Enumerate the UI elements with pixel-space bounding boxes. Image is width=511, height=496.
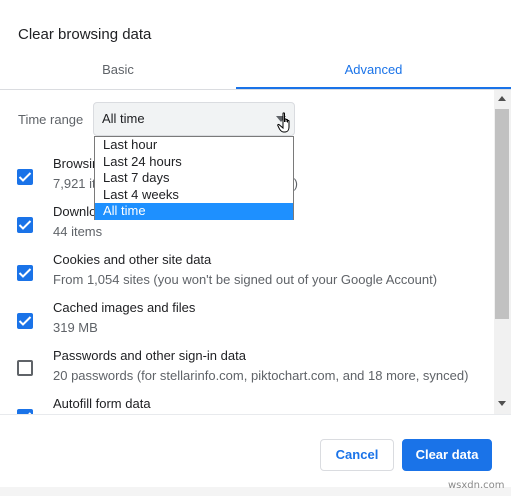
time-range-value: All time	[102, 111, 145, 126]
clear-data-button[interactable]: Clear data	[402, 439, 492, 471]
scroll-up-arrow-icon[interactable]	[498, 96, 506, 101]
time-range-select[interactable]: All time	[93, 102, 295, 136]
dialog-title: Clear browsing data	[18, 26, 152, 43]
cancel-button[interactable]: Cancel	[320, 439, 394, 471]
dropdown-option-last-4-weeks[interactable]: Last 4 weeks	[95, 187, 293, 204]
dropdown-option-last-hour[interactable]: Last hour	[95, 137, 293, 154]
checkbox-download-history[interactable]	[17, 217, 33, 233]
time-range-dropdown-list: Last hour Last 24 hours Last 7 days Last…	[94, 136, 294, 220]
watermark: wsxdn.com	[448, 480, 505, 491]
tab-basic[interactable]: Basic	[0, 56, 236, 88]
checkbox-cached-images[interactable]	[17, 313, 33, 329]
item-title: Cookies and other site data	[53, 252, 212, 267]
dropdown-option-last-7-days[interactable]: Last 7 days	[95, 170, 293, 187]
footer-divider	[0, 414, 511, 415]
checkbox-passwords[interactable]	[17, 360, 33, 376]
item-title: Autofill form data	[53, 396, 151, 411]
item-subtitle: 20 passwords (for stellarinfo.com, pikto…	[53, 368, 469, 383]
checkbox-cookies[interactable]	[17, 265, 33, 281]
item-title: Passwords and other sign-in data	[53, 348, 246, 363]
scroll-thumb[interactable]	[495, 109, 509, 319]
hand-cursor-icon	[277, 112, 290, 133]
tab-bar: Basic Advanced	[0, 56, 511, 90]
dropdown-option-all-time[interactable]: All time	[95, 203, 293, 220]
checkmark-icon	[18, 268, 32, 278]
tab-advanced[interactable]: Advanced	[236, 56, 511, 88]
list-item-passwords[interactable]: Passwords and other sign-in data 20 pass…	[0, 348, 494, 396]
vertical-scrollbar[interactable]	[494, 90, 511, 414]
list-item-cookies[interactable]: Cookies and other site data From 1,054 s…	[0, 252, 494, 300]
item-title: Cached images and files	[53, 300, 196, 315]
checkmark-icon	[18, 172, 32, 182]
bottom-edge	[0, 487, 511, 496]
scroll-down-arrow-icon[interactable]	[498, 401, 506, 406]
checkbox-browsing-history[interactable]	[17, 169, 33, 185]
time-range-label: Time range	[18, 112, 84, 127]
clear-browsing-data-dialog: Clear browsing data Basic Advanced Time …	[0, 0, 511, 496]
list-item-cached-images[interactable]: Cached images and files 319 MB	[0, 300, 494, 348]
checkmark-icon	[18, 316, 32, 326]
item-subtitle: 44 items	[53, 224, 103, 239]
item-subtitle: From 1,054 sites (you won't be signed ou…	[53, 272, 438, 287]
list-item-autofill[interactable]: Autofill form data	[0, 396, 494, 414]
dropdown-option-last-24-hours[interactable]: Last 24 hours	[95, 154, 293, 171]
item-subtitle: 319 MB	[53, 320, 98, 335]
checkmark-icon	[18, 220, 32, 230]
